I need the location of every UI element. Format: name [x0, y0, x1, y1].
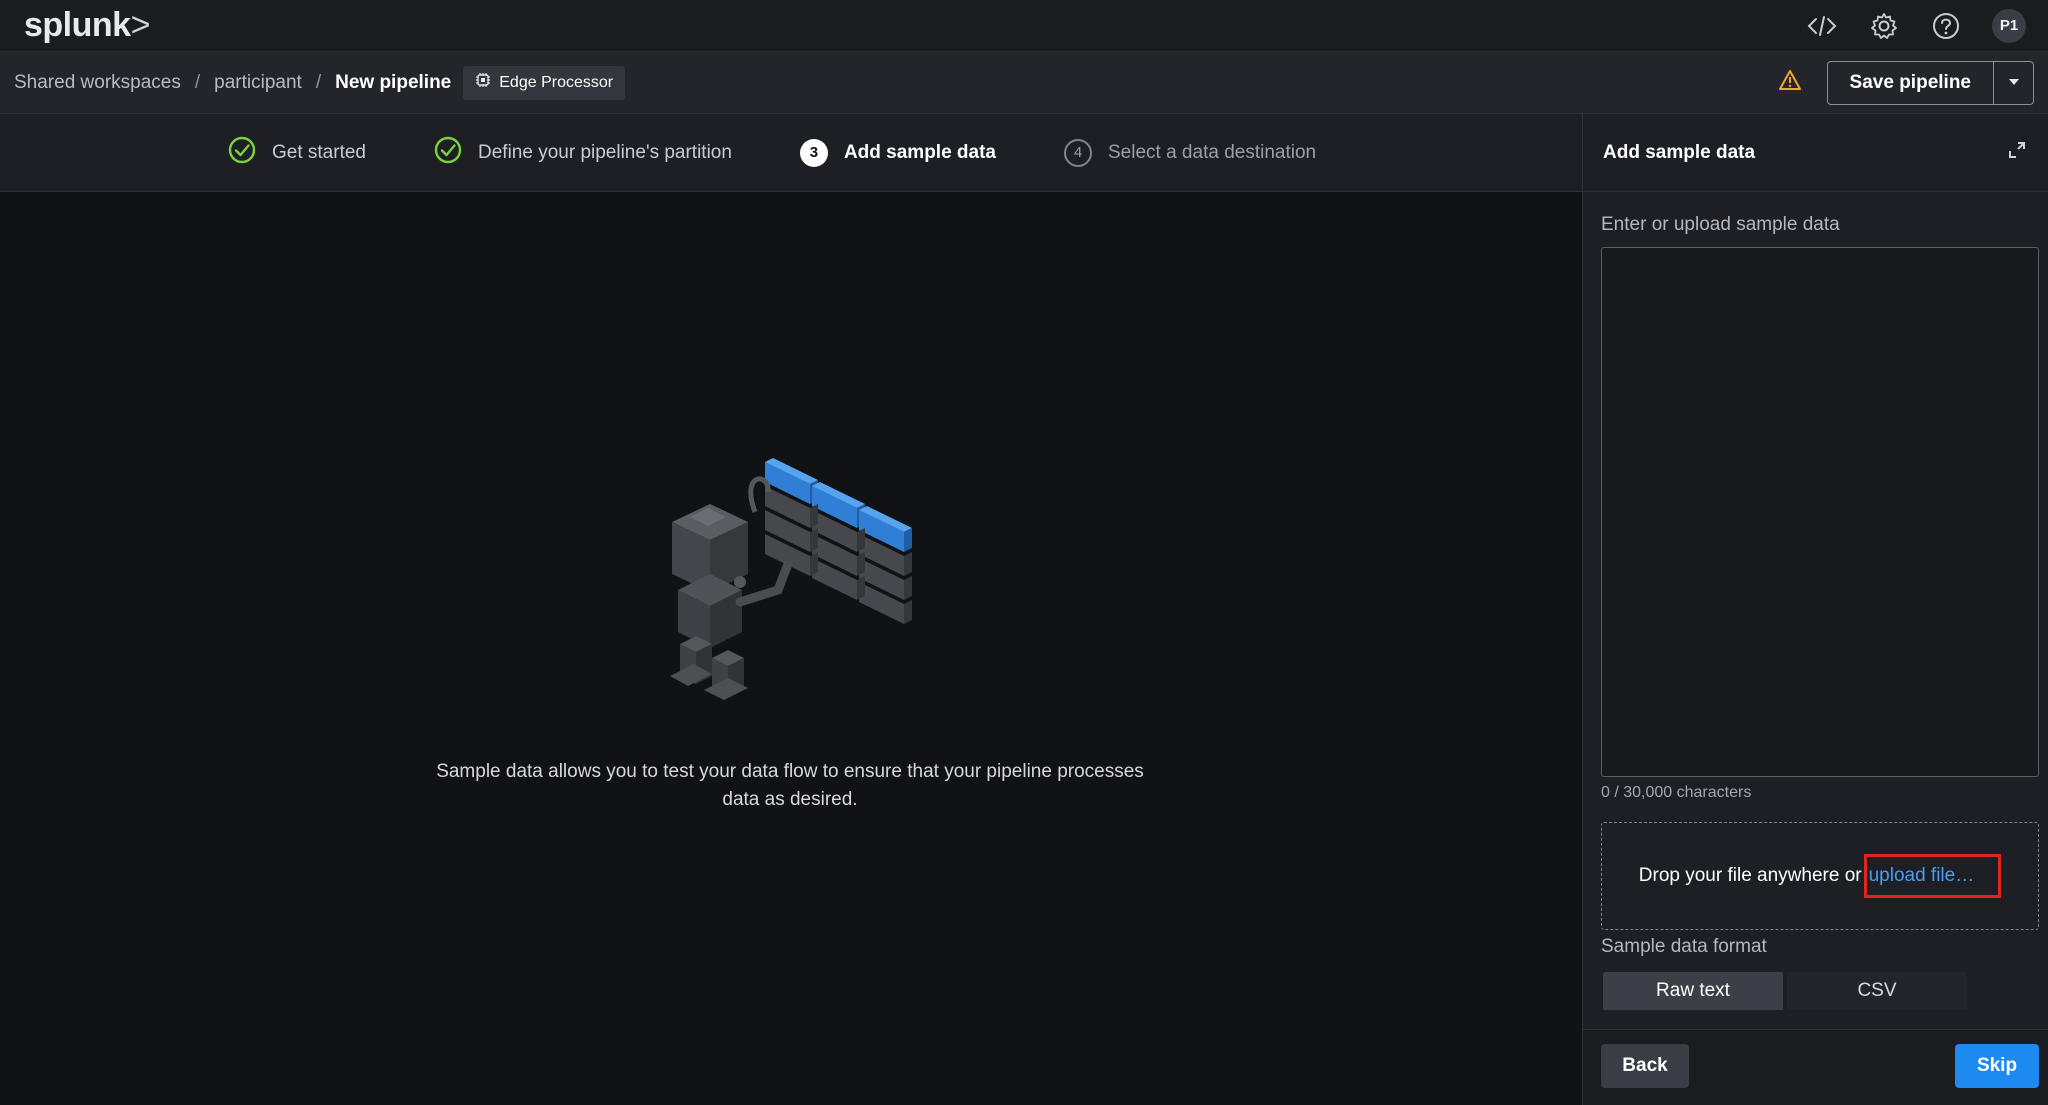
edge-processor-tag: Edge Processor — [463, 65, 626, 100]
breadcrumb: Shared workspaces / participant / New pi… — [14, 72, 451, 94]
step-label: Define your pipeline's partition — [478, 141, 732, 163]
tag-label: Edge Processor — [499, 73, 614, 91]
step-number: 4 — [1064, 138, 1092, 167]
character-count: 0 / 30,000 characters — [1601, 784, 1752, 801]
check-circle-icon — [434, 136, 462, 170]
help-icon[interactable] — [1930, 10, 1962, 42]
skip-button[interactable]: Skip — [1955, 1044, 2039, 1088]
caret-down-icon — [2007, 75, 2021, 90]
step-number: 3 — [799, 138, 828, 167]
step-define-partition[interactable]: Define your pipeline's partition — [434, 136, 732, 170]
logo-text: splunk — [24, 6, 131, 44]
robot-illustration — [660, 452, 930, 717]
step-get-started[interactable]: Get started — [228, 136, 366, 170]
save-pipeline-button[interactable]: Save pipeline — [1828, 62, 1993, 104]
sample-data-textarea[interactable] — [1601, 247, 2039, 777]
save-options-dropdown[interactable] — [1993, 61, 2033, 104]
format-toggle: Raw text CSV — [1603, 972, 1967, 1010]
step-add-sample-data[interactable]: 3 Add sample data — [799, 138, 996, 167]
warning-icon[interactable] — [1778, 69, 1801, 96]
format-raw-text-button[interactable]: Raw text — [1603, 972, 1783, 1010]
top-icons: P1 — [1806, 8, 2026, 43]
breadcrumb-participant[interactable]: participant — [214, 72, 302, 94]
panel-title: Add sample data — [1603, 141, 1756, 163]
check-circle-icon — [228, 136, 256, 170]
pipeline-canvas: Sample data allows you to test your data… — [0, 192, 1582, 1105]
code-icon[interactable] — [1806, 10, 1838, 42]
panel-header: Add sample data — [1583, 114, 2048, 192]
step-label: Get started — [272, 141, 366, 163]
file-dropzone[interactable]: Drop your file anywhere or upload file… — [1601, 822, 2039, 930]
pipeline-stepper: Get started Define your pipeline's parti… — [0, 114, 1582, 192]
header-actions: Save pipeline — [1778, 60, 2034, 105]
step-label: Add sample data — [843, 141, 996, 163]
breadcrumb-bar: Shared workspaces / participant / New pi… — [0, 52, 2048, 114]
sample-data-label: Enter or upload sample data — [1601, 214, 1840, 235]
back-button[interactable]: Back — [1601, 1044, 1689, 1088]
panel-footer: Back Skip — [1583, 1029, 2048, 1105]
empty-state-text: Sample data allows you to test your data… — [436, 761, 1144, 810]
save-pipeline-group: Save pipeline — [1826, 60, 2034, 105]
splunk-logo[interactable]: splunk> — [24, 6, 150, 45]
breadcrumb-separator: / — [194, 71, 201, 93]
sample-data-panel: Add sample data Enter or upload sample d… — [1582, 114, 2048, 1105]
chip-icon — [475, 72, 491, 93]
gear-icon[interactable] — [1868, 10, 1900, 42]
drop-text: Drop your file anywhere or — [1638, 865, 1862, 886]
upload-file-link[interactable]: upload file… — [1863, 854, 2002, 898]
expand-icon[interactable] — [2008, 141, 2026, 164]
sample-format-label: Sample data format — [1601, 936, 1767, 957]
breadcrumb-separator: / — [315, 71, 322, 93]
top-bar: splunk> P1 — [0, 0, 2048, 52]
breadcrumb-shared-workspaces[interactable]: Shared workspaces — [14, 72, 181, 94]
step-label: Select a data destination — [1108, 141, 1317, 163]
page-title: New pipeline — [335, 71, 452, 93]
format-csv-button[interactable]: CSV — [1787, 972, 1967, 1010]
avatar[interactable]: P1 — [1992, 8, 2026, 43]
step-select-destination[interactable]: 4 Select a data destination — [1064, 138, 1317, 167]
logo-chevron: > — [130, 6, 151, 44]
